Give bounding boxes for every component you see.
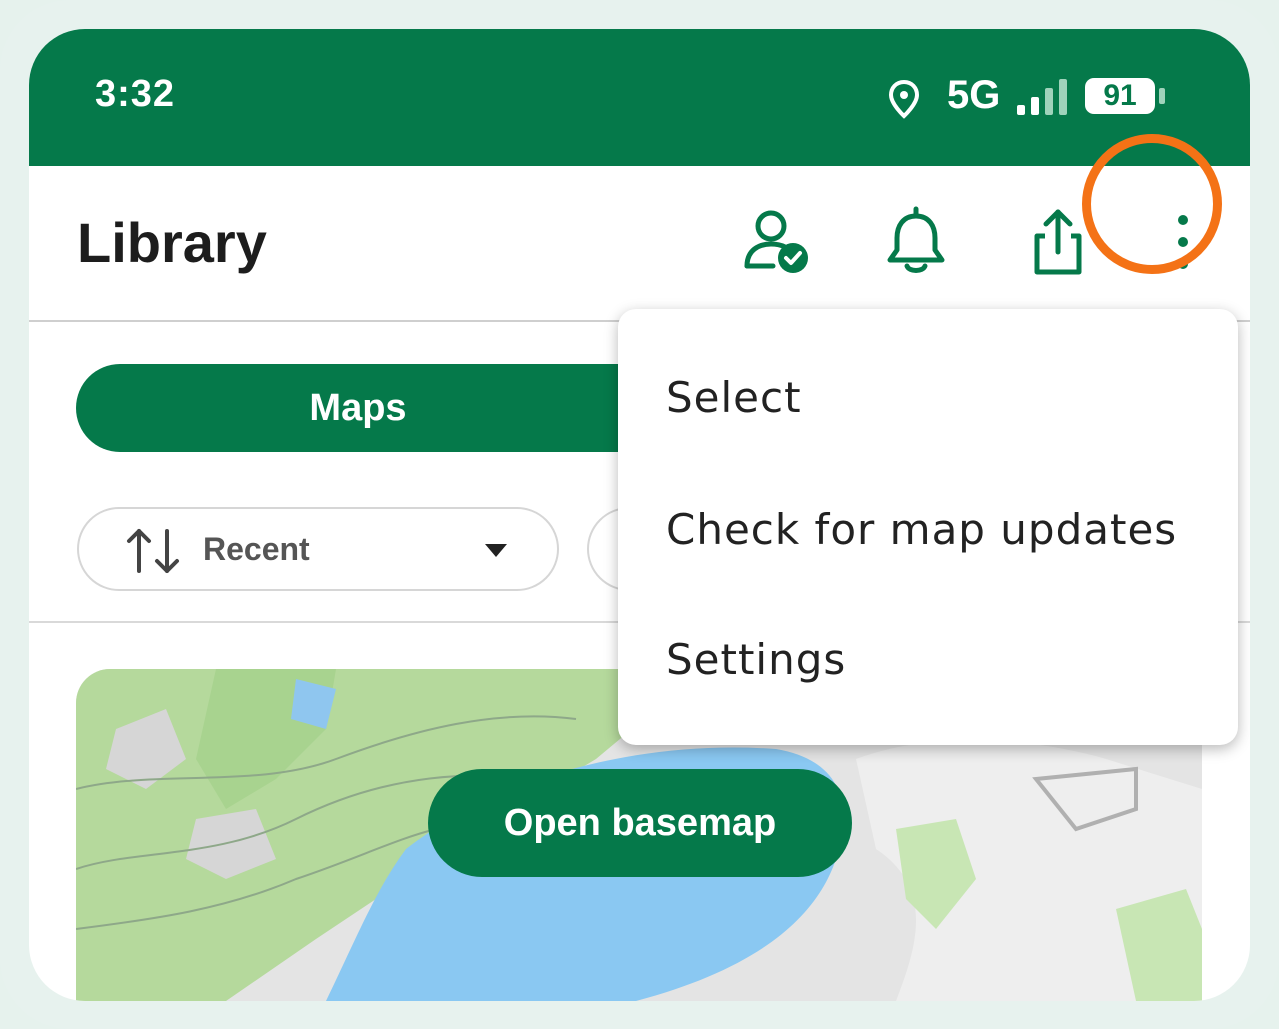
bell-icon[interactable] [881,206,951,278]
menu-item-settings[interactable]: Settings [666,635,846,684]
sort-label: Recent [203,531,310,567]
account-verified-icon[interactable] [741,206,811,278]
battery-tip [1159,88,1165,104]
network-type: 5G [947,73,1001,117]
overflow-menu: Select Check for map updates Settings [618,309,1238,745]
sort-arrows-icon [127,529,179,573]
status-bar: 3:32 5G 91 [29,29,1250,166]
battery-level: 91 [1085,78,1155,114]
page-title: Library [77,211,267,274]
phone-screen: 3:32 5G 91 Library Maps Recent Open base… [29,29,1250,1001]
open-basemap-button[interactable]: Open basemap [428,769,852,877]
menu-item-select[interactable]: Select [666,373,802,422]
tab-maps[interactable]: Maps [76,364,640,452]
status-time: 3:32 [95,73,176,115]
location-icon [888,79,920,119]
highlight-ring [1082,134,1222,274]
menu-item-check-updates[interactable]: Check for map updates [666,505,1177,554]
caret-down-icon [485,544,507,557]
app-bar: Library [29,166,1250,322]
battery-icon: 91 [1085,78,1167,116]
sort-dropdown[interactable]: Recent [77,507,559,591]
signal-icon [1017,79,1067,115]
